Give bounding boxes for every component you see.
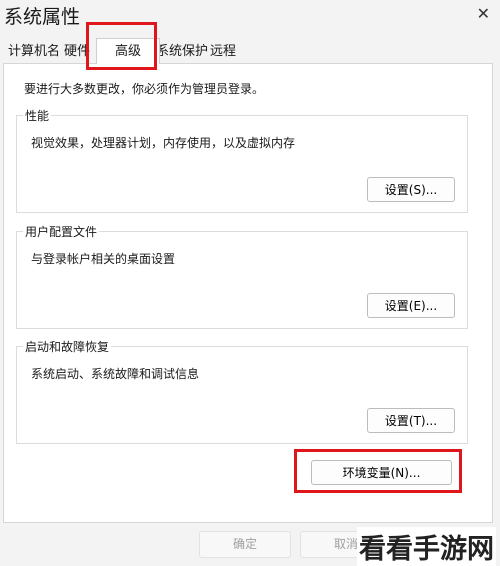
admin-notice: 要进行大多数更改，你必须作为管理员登录。 <box>24 82 265 96</box>
environment-variables-button[interactable]: 环境变量(N)... <box>311 460 452 485</box>
startup-recovery-settings-button[interactable]: 设置(T)... <box>367 408 455 433</box>
startup-recovery-desc: 系统启动、系统故障和调试信息 <box>31 367 200 381</box>
performance-group: 性能 视觉效果，处理器计划，内存使用，以及虚拟内存 设置(S)... <box>16 107 468 213</box>
performance-settings-button[interactable]: 设置(S)... <box>367 177 455 202</box>
performance-desc: 视觉效果，处理器计划，内存使用，以及虚拟内存 <box>31 136 296 150</box>
close-icon[interactable]: ✕ <box>477 4 490 23</box>
tab-hardware[interactable]: 硬件 <box>60 42 94 62</box>
ok-button[interactable]: 确定 <box>199 531 291 558</box>
tab-remote[interactable]: 远程 <box>206 42 240 62</box>
watermark-logo: 看看手游网 <box>357 527 496 566</box>
user-profiles-desc: 与登录帐户相关的桌面设置 <box>31 252 176 266</box>
tab-advanced[interactable]: 高级 <box>96 38 160 64</box>
startup-recovery-title: 启动和故障恢复 <box>23 338 112 355</box>
user-profiles-title: 用户配置文件 <box>23 223 100 240</box>
tab-system-protection[interactable]: 系统保护 <box>152 42 212 62</box>
startup-recovery-group: 启动和故障恢复 系统启动、系统故障和调试信息 设置(T)... <box>16 338 468 444</box>
title-bar: 系统属性 ✕ <box>0 0 500 36</box>
window-title: 系统属性 <box>4 6 81 28</box>
performance-title: 性能 <box>23 107 52 124</box>
tab-computer-name[interactable]: 计算机名 <box>4 42 64 62</box>
user-profiles-settings-button[interactable]: 设置(E)... <box>367 293 455 318</box>
tab-strip: 计算机名 硬件 高级 系统保护 远程 <box>0 38 500 64</box>
user-profiles-group: 用户配置文件 与登录帐户相关的桌面设置 设置(E)... <box>16 223 468 329</box>
